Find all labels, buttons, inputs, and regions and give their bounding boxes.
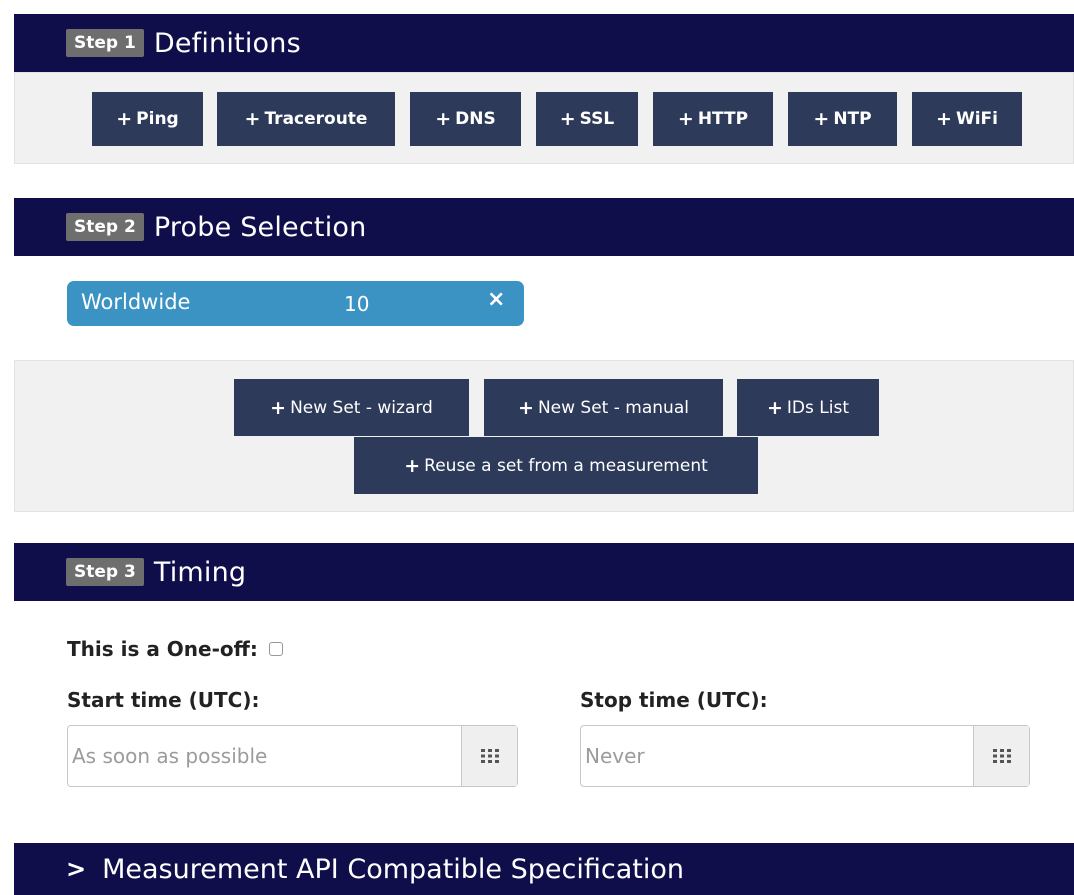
button-label: Reuse a set from a measurement <box>424 455 708 476</box>
add-ping-button[interactable]: + Ping <box>92 92 203 146</box>
close-icon[interactable]: × <box>487 287 505 312</box>
stop-time-field <box>580 725 1030 787</box>
button-label: Ping <box>136 109 179 129</box>
stop-time-input[interactable] <box>581 726 973 786</box>
plus-icon: + <box>677 108 694 130</box>
plus-icon: + <box>559 108 576 130</box>
step1-title: Definitions <box>153 27 301 59</box>
probe-set-label: Worldwide <box>81 290 191 314</box>
plus-icon: + <box>813 108 830 130</box>
add-dns-button[interactable]: + DNS <box>410 92 521 146</box>
button-label: New Set - wizard <box>290 397 433 418</box>
stop-time-label: Stop time (UTC): <box>580 688 768 712</box>
calendar-grid-icon <box>480 749 499 763</box>
calendar-button[interactable] <box>973 726 1029 786</box>
step3-badge: Step 3 <box>66 558 144 586</box>
plus-icon: + <box>518 396 534 419</box>
calendar-button[interactable] <box>461 726 517 786</box>
step1-badge: Step 1 <box>66 29 144 57</box>
plus-icon: + <box>404 454 421 477</box>
chevron-right-icon: > <box>66 855 87 883</box>
measurement-form: Step 1 Definitions + Ping + Traceroute +… <box>0 0 1074 895</box>
button-label: WiFi <box>955 109 998 129</box>
one-off-checkbox[interactable] <box>268 641 283 656</box>
button-label: NTP <box>833 109 872 129</box>
plus-icon: + <box>435 108 452 130</box>
add-traceroute-button[interactable]: + Traceroute <box>217 92 395 146</box>
step2-badge: Step 2 <box>66 213 144 241</box>
definitions-panel: + Ping + Traceroute + DNS + SSL + HTTP +… <box>14 72 1074 164</box>
plus-icon: + <box>936 108 952 130</box>
one-off-label: This is a One-off: <box>67 637 258 661</box>
add-http-button[interactable]: + HTTP <box>653 92 773 146</box>
step3-title: Timing <box>153 556 247 588</box>
button-label: SSL <box>579 109 615 129</box>
new-set-manual-button[interactable]: + New Set - manual <box>484 379 723 436</box>
add-ntp-button[interactable]: + NTP <box>788 92 897 146</box>
api-spec-toggle[interactable]: > Measurement API Compatible Specificati… <box>14 843 1074 895</box>
calendar-grid-icon <box>992 749 1011 763</box>
step1-header: Step 1 Definitions <box>14 14 1074 72</box>
probe-set-chip[interactable]: Worldwide 10 × <box>67 281 524 326</box>
ids-list-button[interactable]: + IDs List <box>737 379 879 436</box>
step2-title: Probe Selection <box>153 211 367 243</box>
reuse-set-button[interactable]: + Reuse a set from a measurement <box>354 437 758 494</box>
plus-icon: + <box>244 108 261 130</box>
start-time-field <box>67 725 518 787</box>
new-set-wizard-button[interactable]: + New Set - wizard <box>234 379 469 436</box>
button-label: HTTP <box>697 109 749 129</box>
button-label: New Set - manual <box>537 397 689 418</box>
button-label: Traceroute <box>264 109 368 129</box>
step2-header: Step 2 Probe Selection <box>14 198 1074 256</box>
button-label: DNS <box>455 109 496 129</box>
plus-icon: + <box>766 396 783 419</box>
start-time-label: Start time (UTC): <box>67 688 260 712</box>
step3-header: Step 3 Timing <box>14 543 1074 601</box>
plus-icon: + <box>116 108 133 130</box>
button-label: IDs List <box>786 397 849 418</box>
one-off-row: This is a One-off: <box>67 637 283 661</box>
plus-icon: + <box>270 396 287 419</box>
add-wifi-button[interactable]: + WiFi <box>912 92 1022 146</box>
probe-set-actions-panel: + New Set - wizard + New Set - manual + … <box>14 360 1074 512</box>
api-spec-title: Measurement API Compatible Specification <box>102 853 684 885</box>
probe-set-count: 10 <box>344 292 370 316</box>
add-ssl-button[interactable]: + SSL <box>536 92 638 146</box>
start-time-input[interactable] <box>68 726 461 786</box>
